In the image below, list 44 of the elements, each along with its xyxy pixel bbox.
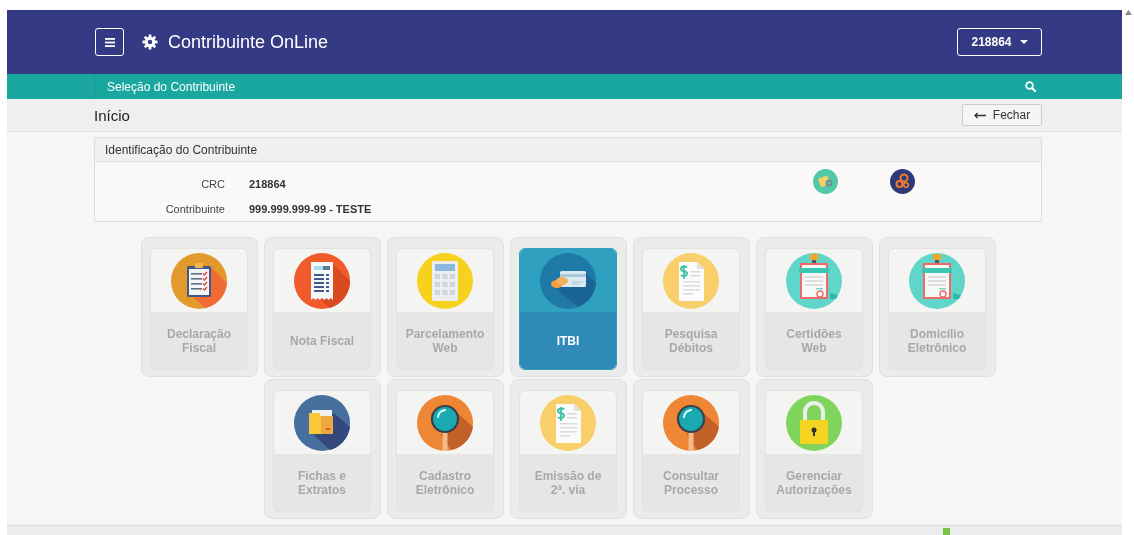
document-icon — [540, 394, 596, 451]
field-value: 218864 — [249, 177, 286, 190]
arrow-left-icon — [973, 111, 986, 119]
service-tile[interactable]: Consultar Processo — [632, 379, 750, 519]
service-tile[interactable]: Fichas e Extratos — [263, 379, 381, 519]
service-tile[interactable]: Pesquisa Débitos — [632, 237, 750, 377]
magnifier-icon — [417, 394, 473, 451]
service-tile[interactable]: Gerenciar Autorizações — [755, 379, 873, 519]
document-icon — [663, 252, 719, 309]
search-bar-label[interactable]: Seleção do Contribuinte — [107, 79, 236, 94]
field-label: CRC — [200, 177, 225, 190]
app-title: Contribuinte OnLine — [168, 31, 329, 53]
panel-title: Identificação do Contribuinte — [105, 142, 258, 157]
scroll-up-icon[interactable] — [1124, 10, 1132, 15]
service-tile[interactable]: Certidões Web — [755, 237, 873, 377]
magnifier-icon — [663, 394, 719, 451]
service-tile[interactable]: ITBI — [509, 237, 627, 377]
service-tile[interactable]: Emissão de 2ª. via — [509, 379, 627, 519]
card-gear-icon[interactable] — [813, 169, 838, 194]
search-icon[interactable] — [1025, 81, 1036, 92]
calculator-icon — [417, 252, 473, 309]
caret-icon — [1019, 40, 1028, 44]
field-label: Contribuinte — [164, 202, 225, 215]
card-coins-icon — [540, 252, 596, 309]
receipt-icon — [294, 252, 350, 309]
service-tile[interactable]: Declaração Fiscal — [140, 237, 258, 377]
page-title: Início — [94, 106, 130, 124]
clipboard-icon — [171, 252, 227, 309]
status-marker — [943, 528, 950, 535]
service-tile[interactable]: Parcelamento Web — [386, 237, 504, 377]
menu-button[interactable] — [95, 28, 124, 56]
menu-icon — [104, 37, 115, 47]
service-tile[interactable]: Domicílio Eletrônico — [878, 237, 996, 377]
folder-icon — [294, 394, 350, 451]
account-dropdown[interactable]: 218864 — [957, 28, 1042, 56]
service-tile[interactable]: Nota Fiscal — [263, 237, 381, 377]
settings-icon — [142, 34, 158, 50]
padlock-icon — [786, 394, 842, 451]
certificate-icon — [786, 252, 842, 309]
certificate-icon — [909, 252, 965, 309]
close-button[interactable]: Fechar — [962, 104, 1042, 126]
field-value: 999.999.999-99 - TESTE — [249, 202, 372, 215]
service-tile[interactable]: Cadastro Eletrônico — [386, 379, 504, 519]
gears-icon[interactable] — [890, 169, 915, 194]
